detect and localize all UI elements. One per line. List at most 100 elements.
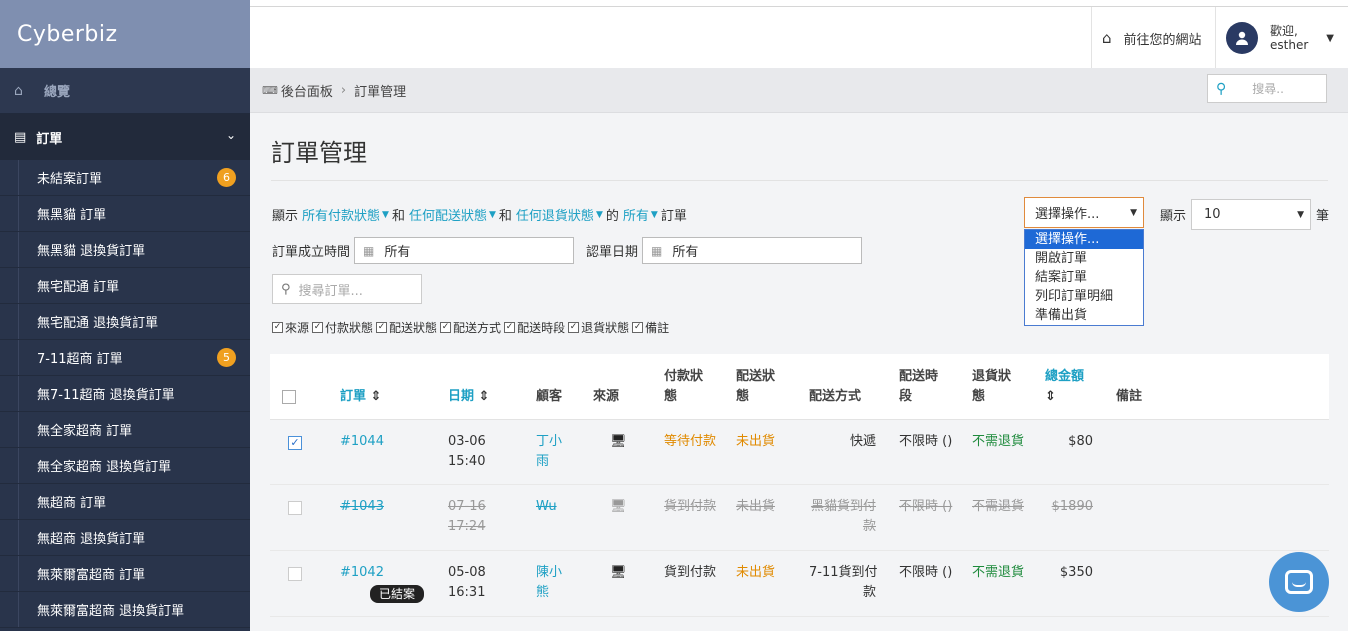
column-toggle[interactable]: ✓ 退貨狀態 bbox=[568, 319, 629, 336]
order-number[interactable]: #1042 bbox=[340, 563, 384, 583]
sidebar-item[interactable]: 無萊爾富超商 退換貨訂單 bbox=[0, 592, 250, 628]
sidebar-item[interactable]: 無宅配通 退換貨訂單 bbox=[0, 304, 250, 340]
sidebar-item[interactable]: 無全家超商 退換貨訂單 bbox=[0, 448, 250, 484]
sidebar-item-label: 無宅配通 退換貨訂單 bbox=[37, 316, 159, 331]
bulk-action-option[interactable]: 開啟訂單 bbox=[1025, 249, 1143, 268]
row-checkbox[interactable] bbox=[288, 501, 302, 515]
created-date-input[interactable]: ▦ 所有 bbox=[354, 237, 575, 264]
customer-name[interactable]: 陳小 bbox=[536, 563, 562, 583]
sidebar-item[interactable]: 無超商 退換貨訂單 bbox=[0, 520, 250, 556]
home-icon: ⌂ bbox=[14, 82, 23, 99]
welcome-text: 歡迎, esther bbox=[1270, 24, 1308, 52]
sidebar-item-overview[interactable]: ⌂ 總覽 bbox=[0, 68, 250, 114]
sidebar-item-label: 無黑貓 退換貨訂單 bbox=[37, 244, 146, 259]
row-checkbox[interactable]: ✓ bbox=[288, 436, 302, 450]
sidebar-item-711-orders[interactable]: 7-11超商 訂單 5 bbox=[0, 340, 250, 376]
order-date: 03-06 bbox=[448, 434, 486, 449]
sidebar-item-label: 7-11超商 訂單 bbox=[37, 352, 123, 367]
caret-down-icon: ▼ bbox=[1326, 32, 1334, 44]
user-icon bbox=[1236, 31, 1248, 45]
customer-name-cont[interactable]: 雨 bbox=[536, 452, 549, 472]
order-search-placeholder: 搜尋訂單... bbox=[298, 283, 363, 299]
caret-down-icon: ▼ bbox=[650, 209, 658, 220]
breadcrumb-root[interactable]: 後台面板 bbox=[281, 81, 333, 100]
bulk-action-select[interactable]: 選擇操作... ▼ bbox=[1024, 197, 1144, 228]
shipping-slot: 不限時 () bbox=[899, 434, 953, 449]
sidebar-item[interactable]: 無超商 訂單 bbox=[0, 484, 250, 520]
table-row[interactable]: ✓ #1044 03-06 15:40 丁小 雨 🖥 等待付款 未出貨 快遞 不… bbox=[270, 420, 1329, 485]
col-date[interactable]: 日期 ⇕ bbox=[448, 387, 489, 407]
bulk-action-option[interactable]: 選擇操作... bbox=[1025, 230, 1143, 249]
sort-icon: ⇕ bbox=[478, 389, 490, 404]
shipping-slot: 不限時 () bbox=[899, 565, 953, 580]
sidebar-item[interactable]: 無黑貓 訂單 bbox=[0, 196, 250, 232]
bulk-action-option[interactable]: 準備出貨 bbox=[1025, 306, 1143, 325]
table-row[interactable]: #1043 07-16 17:24 Wu 🖥 貨到付款 未出貨 黑貓貨到付 款 … bbox=[270, 485, 1329, 551]
column-toggle-label: 來源 bbox=[285, 321, 310, 335]
column-toggle[interactable]: ✓ 配送方式 bbox=[440, 319, 501, 336]
sidebar-item-label: 未結案訂單 bbox=[37, 172, 103, 187]
checkbox-checked-icon: ✓ bbox=[376, 322, 388, 333]
sidebar-item[interactable]: 無萊爾富超商 訂單 bbox=[0, 556, 250, 592]
created-date-value: 所有 bbox=[384, 245, 411, 260]
user-menu[interactable]: 歡迎, esther ▼ bbox=[1215, 7, 1334, 69]
order-search-input[interactable]: ⚲ 搜尋訂單... bbox=[272, 274, 422, 304]
row-checkbox[interactable] bbox=[288, 567, 302, 581]
return-status: 不需退貨 bbox=[972, 565, 1025, 580]
sidebar-item[interactable]: 無黑貓 退換貨訂單 bbox=[0, 232, 250, 268]
col-method: 配送方式 bbox=[809, 389, 862, 404]
page-size-select[interactable]: 10 ▼ bbox=[1191, 199, 1311, 230]
sidebar-item-label: 無萊爾富超商 訂單 bbox=[37, 568, 146, 583]
shipping-status: 未出貨 bbox=[736, 499, 776, 514]
filter-text: 和 bbox=[391, 209, 405, 224]
customer-name-cont[interactable]: 熊 bbox=[536, 583, 549, 603]
filter-text: 的 bbox=[605, 209, 619, 224]
col-order[interactable]: 訂單 ⇕ bbox=[340, 387, 381, 407]
shipping-status-filter[interactable]: 任何配送狀態 bbox=[409, 205, 487, 224]
chat-button[interactable] bbox=[1269, 552, 1329, 612]
visit-site-link[interactable]: ⌂ 前往您的網站 bbox=[1091, 7, 1202, 69]
sidebar-group-orders[interactable]: ▤ 訂單 ⌄ bbox=[0, 114, 250, 160]
table-row[interactable]: #1042 已結案 05-08 16:31 陳小 熊 🖥 貨到付款 未出貨 7-… bbox=[270, 551, 1329, 617]
scope-filter[interactable]: 所有 bbox=[623, 205, 649, 224]
checkbox-checked-icon: ✓ bbox=[312, 322, 324, 333]
sidebar-item[interactable]: 無7-11超商 退換貨訂單 bbox=[0, 376, 250, 412]
payment-status-filter[interactable]: 所有付款狀態 bbox=[302, 205, 380, 224]
return-status-filter[interactable]: 任何退貨狀態 bbox=[516, 205, 594, 224]
checkbox-checked-icon: ✓ bbox=[568, 322, 580, 333]
search-icon: ⚲ bbox=[1216, 80, 1227, 97]
welcome-label: 歡迎, bbox=[1270, 24, 1298, 38]
column-toggle[interactable]: ✓ 配送時段 bbox=[504, 319, 565, 336]
pickup-date-input[interactable]: ▦ 所有 bbox=[642, 237, 863, 264]
order-number[interactable]: #1044 bbox=[340, 432, 384, 452]
column-toggle[interactable]: ✓ 備註 bbox=[632, 319, 669, 336]
bulk-action-option[interactable]: 結案訂單 bbox=[1025, 268, 1143, 287]
username: esther bbox=[1270, 38, 1309, 52]
avatar bbox=[1226, 22, 1258, 54]
caret-down-icon: ▼ bbox=[1297, 209, 1304, 220]
list-icon: ▤ bbox=[14, 129, 27, 145]
column-toggle[interactable]: ✓ 來源 bbox=[272, 319, 309, 336]
breadcrumb: ⌨ 後台面板 › 訂單管理 ⚲ 搜尋.. bbox=[250, 68, 1348, 113]
sidebar-item-label: 無超商 退換貨訂單 bbox=[37, 532, 146, 547]
select-all-checkbox[interactable] bbox=[282, 390, 296, 404]
column-toggles: ✓ 來源 ✓ 付款狀態 ✓ 配送狀態 ✓ 配送方式 ✓ 配送時段 ✓ 退貨狀態 ✓ 備註 bbox=[272, 319, 672, 336]
bulk-action-option[interactable]: 列印訂單明細 bbox=[1025, 287, 1143, 306]
column-toggle[interactable]: ✓ 付款狀態 bbox=[312, 319, 373, 336]
col-total[interactable]: 總金額 ⇕ bbox=[1045, 367, 1084, 407]
customer-name[interactable]: Wu bbox=[536, 497, 557, 517]
visit-site-label: 前往您的網站 bbox=[1123, 32, 1202, 48]
sidebar-item-label: 無宅配通 訂單 bbox=[37, 280, 120, 295]
divider bbox=[271, 180, 1328, 181]
col-date-label: 日期 bbox=[448, 389, 475, 404]
sidebar-item-open-orders[interactable]: 未結案訂單 6 bbox=[0, 160, 250, 196]
logo-bar[interactable]: Cyberbiz bbox=[0, 0, 250, 68]
global-search-input[interactable]: ⚲ 搜尋.. bbox=[1207, 74, 1327, 103]
desktop-icon: 🖥 bbox=[610, 565, 627, 580]
sidebar-item[interactable]: 無全家超商 訂單 bbox=[0, 412, 250, 448]
customer-name[interactable]: 丁小 bbox=[536, 432, 562, 452]
column-toggle[interactable]: ✓ 配送狀態 bbox=[376, 319, 437, 336]
order-number[interactable]: #1043 bbox=[340, 497, 384, 517]
sidebar-item[interactable]: 無宅配通 訂單 bbox=[0, 268, 250, 304]
search-icon: ⚲ bbox=[281, 281, 291, 297]
